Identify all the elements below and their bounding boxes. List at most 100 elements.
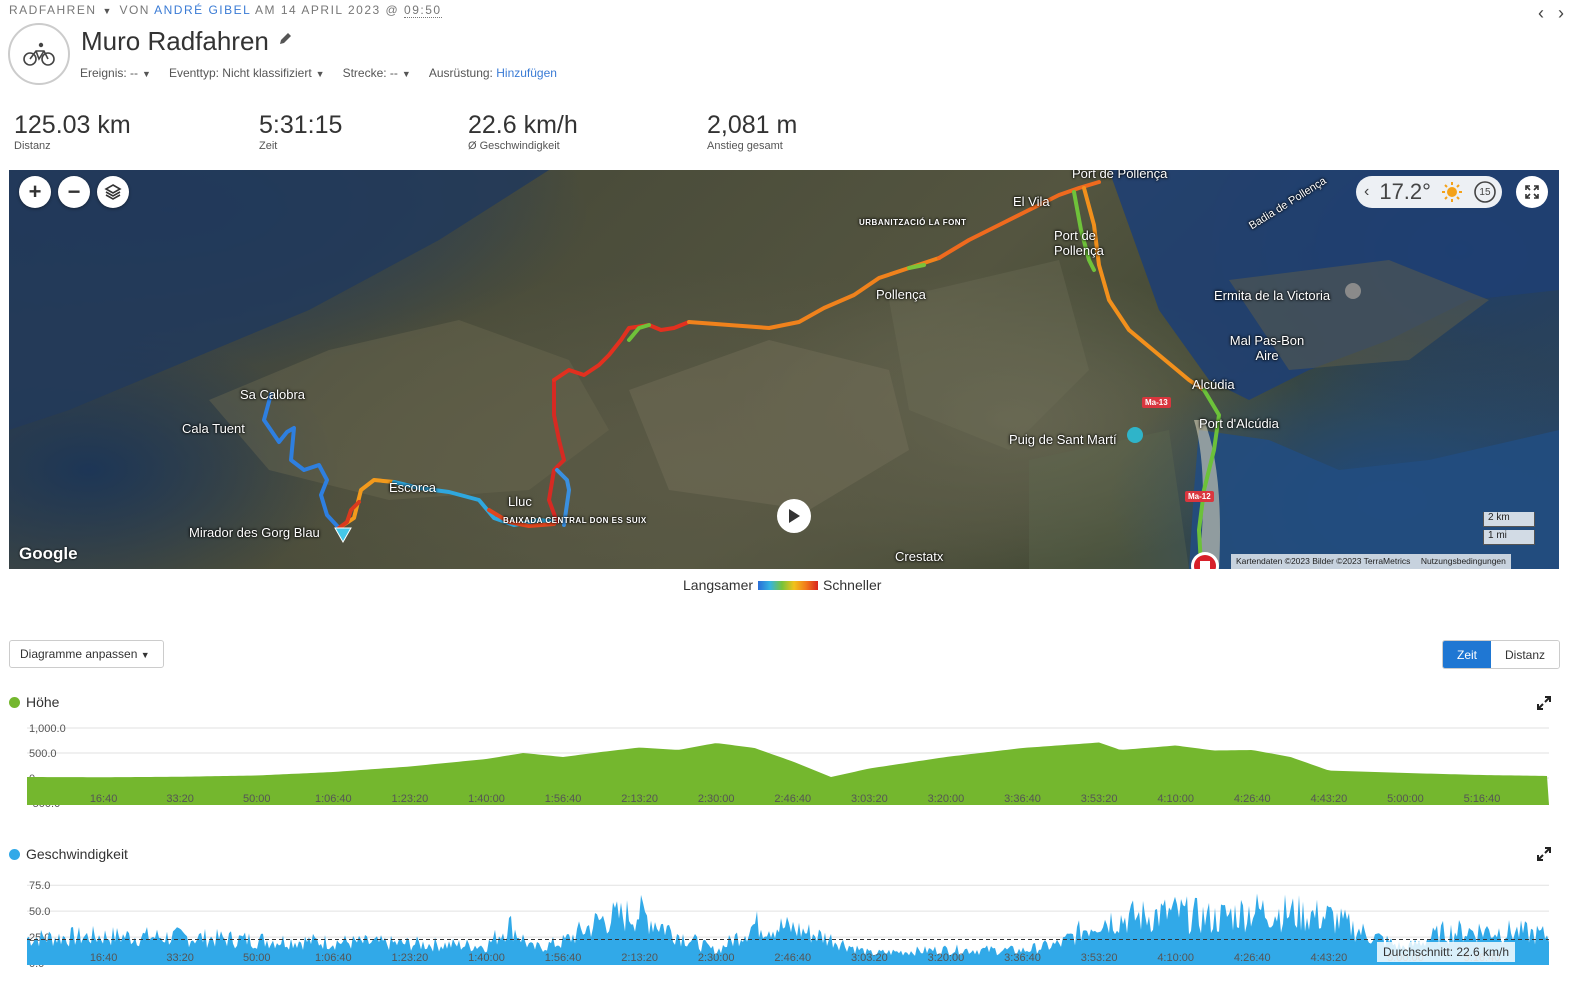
- chart-title-label: Höhe: [26, 694, 60, 710]
- route-map[interactable]: + − ‹ 17.2° 15 Port de Pollença El Vila …: [9, 170, 1559, 569]
- y-tick-label: 75.0: [29, 880, 50, 892]
- date-prefix: AM 14 APRIL 2023 @: [255, 3, 400, 17]
- activity-type[interactable]: RADFAHREN: [9, 3, 97, 17]
- stat-label: Anstieg gesamt: [707, 140, 783, 152]
- activity-time: 09:50: [404, 3, 442, 18]
- x-tick-label: 50:00: [243, 952, 271, 964]
- x-tick-label: 2:30:00: [698, 793, 735, 805]
- bicycle-icon: [8, 23, 70, 85]
- speed-chart-title: Geschwindigkeit: [9, 846, 128, 862]
- gear-field: Ausrüstung: Hinzufügen: [428, 66, 557, 80]
- terms-link[interactable]: Nutzungsbedingungen: [1421, 556, 1506, 566]
- map-label: Port de Pollença: [1054, 228, 1104, 258]
- y-tick-label: 1,000.0: [29, 723, 66, 735]
- x-tick-label: 1:23:20: [392, 793, 429, 805]
- caret-down-icon[interactable]: ▼: [103, 6, 112, 16]
- course-select[interactable]: Strecke: -- ▼: [343, 66, 411, 80]
- map-label: Sa Calobra: [240, 387, 306, 402]
- x-tick-label: 3:53:20: [1081, 952, 1118, 964]
- x-tick-label: 1:40:00: [468, 793, 505, 805]
- map-label: Puig de Sant Martí: [1009, 432, 1117, 447]
- map-scale: 2 km 1 mi: [1483, 512, 1535, 548]
- x-tick-label: 3:20:00: [928, 793, 965, 805]
- breadcrumb: RADFAHREN ▼ VON ANDRÉ GIBEL AM 14 APRIL 20…: [9, 3, 442, 18]
- replay-15-icon[interactable]: 15: [1473, 180, 1497, 204]
- x-tick-label: 4:10:00: [1157, 793, 1194, 805]
- replay-label: 15: [1479, 186, 1491, 198]
- stat-ascent: 2,081 m Anstieg gesamt: [707, 111, 797, 152]
- customize-label: Diagramme anpassen: [20, 647, 138, 661]
- x-tick-label: 1:06:40: [315, 952, 352, 964]
- stat-value: 5:31:15: [259, 111, 343, 139]
- customize-charts-button[interactable]: Diagramme anpassen ▼: [9, 640, 164, 668]
- zoom-out-button[interactable]: −: [58, 176, 90, 208]
- expand-chart-icon[interactable]: [1537, 847, 1551, 861]
- temperature: 17.2°: [1379, 179, 1431, 204]
- x-tick-label: 2:46:40: [774, 793, 811, 805]
- add-gear-link[interactable]: Hinzufügen: [496, 66, 557, 80]
- x-tick-label: 2:13:20: [621, 793, 658, 805]
- time-toggle-button[interactable]: Zeit: [1443, 641, 1491, 668]
- x-tick-label: 1:06:40: [315, 793, 352, 805]
- x-tick-label: 4:10:00: [1157, 952, 1194, 964]
- legend-faster: Schneller: [823, 577, 882, 593]
- speed-gradient: [758, 580, 819, 590]
- map-label: Lluc: [508, 494, 532, 509]
- map-label: Escorca: [389, 480, 436, 495]
- chevron-right-icon[interactable]: ›: [1558, 3, 1564, 23]
- map-label: Alcúdia: [1192, 377, 1235, 392]
- stat-value: 125.03 km: [14, 111, 131, 139]
- event-type-select[interactable]: Eventtyp: Nicht klassifiziert ▼: [169, 66, 325, 80]
- x-tick-label: 3:36:40: [1004, 952, 1041, 964]
- y-tick-label: 500.0: [29, 748, 57, 760]
- expand-chart-icon[interactable]: [1537, 696, 1551, 710]
- map-label: BAIXADA CENTRAL DON ES SUIX: [503, 516, 647, 525]
- event-select[interactable]: Ereignis: -- ▼: [80, 66, 151, 80]
- stat-label: Ø Geschwindigkeit: [468, 140, 560, 152]
- stat-distance: 125.03 km Distanz: [14, 111, 131, 152]
- copyright-text: Kartendaten ©2023 Bilder ©2023 TerraMetr…: [1236, 556, 1411, 566]
- x-tick-label: 5:00:00: [1387, 793, 1424, 805]
- elevation-chart-title: Höhe: [9, 694, 59, 710]
- distance-toggle-button[interactable]: Distanz: [1491, 641, 1559, 668]
- map-label: Mirador des Gorg Blau: [189, 525, 320, 540]
- fullscreen-button[interactable]: [1516, 176, 1548, 208]
- caret-down-icon: ▼: [140, 650, 150, 660]
- sun-icon: [1441, 182, 1462, 202]
- x-tick-label: 4:43:20: [1310, 793, 1347, 805]
- speed-chart[interactable]: 75.050.025.00.016:4033:2050:001:06:401:2…: [0, 868, 1572, 968]
- road-badge: Ma-13: [1142, 397, 1171, 408]
- elevation-chart[interactable]: 1,000.0500.00-500.016:4033:2050:001:06:4…: [0, 718, 1572, 810]
- map-label: El Vila: [1013, 194, 1050, 209]
- chevron-left-icon[interactable]: ‹: [1538, 3, 1544, 23]
- series-dot: [9, 848, 20, 860]
- page-title: Muro Radfahren: [81, 26, 269, 56]
- x-tick-label: 50:00: [243, 793, 271, 805]
- map-label: Mal Pas-Bon Aire: [1229, 333, 1305, 363]
- x-tick-label: 1:23:20: [392, 952, 429, 964]
- x-tick-label: 2:30:00: [698, 952, 735, 964]
- x-tick-label: 33:20: [166, 952, 194, 964]
- map-label: URBANITZACIÓ LA FONT: [859, 218, 967, 227]
- google-logo: Google: [19, 544, 78, 563]
- stat-label: Zeit: [259, 140, 278, 152]
- layers-button[interactable]: [97, 176, 129, 208]
- x-tick-label: 4:26:40: [1234, 793, 1271, 805]
- x-tick-label: 2:13:20: [621, 952, 658, 964]
- road-badge: Ma-12: [1185, 491, 1214, 502]
- author-link[interactable]: ANDRÉ GIBEL: [154, 3, 251, 17]
- y-tick-label: 50.0: [29, 906, 50, 918]
- weather-widget[interactable]: ‹ 17.2° 15: [1356, 176, 1502, 208]
- zoom-in-button[interactable]: +: [19, 176, 51, 208]
- speed-legend: Langsamer Schneller: [683, 577, 881, 593]
- x-tick-label: 3:36:40: [1004, 793, 1041, 805]
- chevron-left-icon[interactable]: ‹: [1364, 183, 1369, 201]
- series-dot: [9, 696, 20, 708]
- play-button[interactable]: [777, 499, 811, 533]
- map-label: Port de Pollença: [1072, 170, 1168, 181]
- pencil-icon[interactable]: [278, 32, 292, 51]
- x-tick-label: 3:03:20: [851, 952, 888, 964]
- map-label: Crestatx: [895, 549, 944, 564]
- layers-icon: [104, 184, 122, 200]
- map-label: Pollença: [876, 287, 926, 302]
